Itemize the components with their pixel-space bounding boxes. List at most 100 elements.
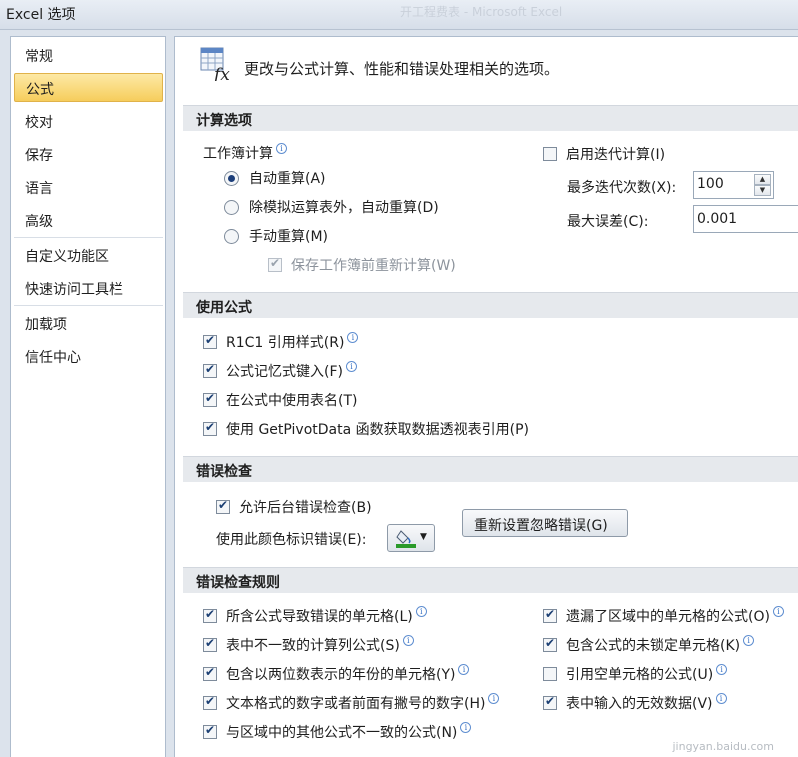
info-icon: i — [743, 634, 755, 646]
radio-manual-calc[interactable]: 手动重算(M) — [224, 225, 328, 247]
checkbox-formula-autocomplete[interactable]: 公式记忆式键入(F) i — [203, 360, 357, 382]
rule-label: 包含以两位数表示的年份的单元格(Y) — [226, 667, 456, 683]
checkbox[interactable] — [543, 147, 557, 161]
info-icon: i — [402, 634, 414, 646]
options-nav: 常规 公式 校对 保存 语言 高级 自定义功能区 快速访问工具栏 加载项 信任中… — [10, 36, 166, 757]
rule-right-2[interactable]: 包含公式的未锁定单元格(K) i — [543, 634, 755, 656]
nav-item-save[interactable]: 保存 — [14, 140, 163, 169]
checkbox-checked[interactable] — [203, 333, 217, 349]
rule-right-4[interactable]: 表中输入的无效数据(V) i — [543, 692, 727, 714]
enable-iterative-label: 启用迭代计算(I) — [566, 147, 666, 163]
info-icon: i — [347, 331, 359, 343]
checkbox-checked[interactable] — [203, 636, 217, 652]
nav-item-general[interactable]: 常规 — [14, 41, 163, 70]
rule-left-1[interactable]: 所含公式导致错误的单元格(L) i — [203, 605, 427, 627]
checkbox-checked[interactable] — [203, 723, 217, 739]
checkbox-recalc-before-save: 保存工作簿前重新计算(W) — [268, 254, 456, 276]
checkbox-checked[interactable] — [203, 420, 217, 436]
rule-label: 遗漏了区域中的单元格的公式(O) — [566, 609, 770, 625]
rule-right-1[interactable]: 遗漏了区域中的单元格的公式(O) i — [543, 605, 784, 627]
spin-down-icon[interactable]: ▼ — [754, 185, 771, 196]
checkbox-checked[interactable] — [203, 362, 217, 378]
rule-label: 包含公式的未锁定单元格(K) — [566, 638, 741, 654]
info-icon: i — [488, 692, 500, 704]
info-icon: i — [458, 663, 470, 675]
checkbox-checked[interactable] — [543, 607, 557, 623]
radio-auto-calc-label: 自动重算(A) — [249, 171, 326, 187]
background-error-checking-label: 允许后台错误检查(B) — [239, 500, 372, 516]
section-working-with-formulas: 使用公式 — [183, 292, 798, 318]
radio-auto-except-tables-label: 除模拟运算表外，自动重算(D) — [249, 200, 439, 216]
spinner-arrows[interactable]: ▲ ▼ — [754, 174, 771, 196]
error-color-label: 使用此颜色标识错误(E): — [216, 532, 367, 548]
rule-right-3[interactable]: 引用空单元格的公式(U) i — [543, 663, 728, 685]
title-bar: Excel 选项 开工程费表 - Microsoft Excel — [0, 0, 798, 30]
info-icon: i — [415, 605, 427, 617]
checkbox[interactable] — [543, 667, 557, 681]
checkbox-background-error-checking[interactable]: 允许后台错误检查(B) — [216, 496, 372, 518]
checkbox-enable-iterative[interactable]: 启用迭代计算(I) — [543, 143, 665, 165]
checkbox-checked[interactable] — [543, 636, 557, 652]
nav-item-add-ins[interactable]: 加载项 — [14, 309, 163, 338]
workbook-calculation-label: 工作簿计算 i — [203, 142, 287, 164]
checkbox-checked[interactable] — [203, 665, 217, 681]
getpivotdata-label: 使用 GetPivotData 函数获取数据透视表引用(P) — [226, 422, 530, 438]
workbook-calculation-text: 工作簿计算 — [203, 146, 273, 162]
formula-autocomplete-label: 公式记忆式键入(F) — [226, 364, 343, 380]
spin-up-icon[interactable]: ▲ — [754, 174, 771, 185]
formulas-options-panel: fx 更改与公式计算、性能和错误处理相关的选项。 计算选项 工作簿计算 i 自动… — [174, 36, 798, 757]
rule-left-5[interactable]: 与区域中的其他公式不一致的公式(N) i — [203, 721, 472, 743]
nav-item-proofing[interactable]: 校对 — [14, 107, 163, 136]
rule-left-2[interactable]: 表中不一致的计算列公式(S) i — [203, 634, 414, 656]
nav-item-trust-center[interactable]: 信任中心 — [14, 342, 163, 371]
checkbox-checked[interactable] — [216, 498, 230, 514]
error-color-picker[interactable]: ▼ — [387, 524, 435, 552]
nav-item-quick-access-toolbar[interactable]: 快速访问工具栏 — [14, 274, 163, 303]
max-change-label: 最大误差(C): — [567, 214, 649, 230]
max-iterations-spinner[interactable]: 100 ▲ ▼ — [693, 171, 774, 199]
info-icon: i — [772, 605, 784, 617]
background-window-title: 开工程费表 - Microsoft Excel — [400, 5, 563, 19]
rule-label: 表中不一致的计算列公式(S) — [226, 638, 400, 654]
recalc-before-save-label: 保存工作簿前重新计算(W) — [291, 258, 456, 274]
checkbox-r1c1[interactable]: R1C1 引用样式(R) i — [203, 331, 359, 353]
max-change-input[interactable]: 0.001 — [693, 205, 798, 233]
checkbox-checked[interactable] — [203, 607, 217, 623]
section-error-checking: 错误检查 — [183, 456, 798, 482]
rule-left-3[interactable]: 包含以两位数表示的年份的单元格(Y) i — [203, 663, 470, 685]
max-iterations-value[interactable]: 100 — [697, 176, 724, 192]
reset-ignored-errors-button[interactable]: 重新设置忽略错误(G) — [462, 509, 628, 537]
section-error-checking-rules: 错误检查规则 — [183, 567, 798, 593]
radio-button-selected[interactable] — [224, 170, 239, 186]
watermark-text: jingyan.baidu.com — [672, 740, 774, 753]
chevron-down-icon[interactable]: ▼ — [420, 532, 427, 542]
formula-fx-icon: fx — [200, 47, 234, 85]
checkbox-disabled — [268, 256, 282, 272]
checkbox-table-names[interactable]: 在公式中使用表名(T) — [203, 389, 357, 411]
checkbox-checked[interactable] — [203, 391, 217, 407]
radio-button[interactable] — [224, 199, 239, 215]
section-calculation-options: 计算选项 — [183, 105, 798, 131]
nav-item-customize-ribbon[interactable]: 自定义功能区 — [14, 241, 163, 270]
radio-auto-except-tables[interactable]: 除模拟运算表外，自动重算(D) — [224, 196, 439, 218]
checkbox-checked[interactable] — [543, 694, 557, 710]
radio-auto-calc[interactable]: 自动重算(A) — [224, 167, 326, 189]
nav-item-formulas[interactable]: 公式 — [14, 73, 163, 102]
nav-divider — [14, 237, 163, 238]
nav-divider — [14, 305, 163, 306]
nav-item-language[interactable]: 语言 — [14, 173, 163, 202]
checkbox-checked[interactable] — [203, 694, 217, 710]
info-icon: i — [460, 721, 472, 733]
checkbox-getpivotdata[interactable]: 使用 GetPivotData 函数获取数据透视表引用(P) — [203, 418, 529, 440]
nav-item-advanced[interactable]: 高级 — [14, 206, 163, 235]
fill-bucket-icon — [395, 529, 417, 553]
rule-label: 与区域中的其他公式不一致的公式(N) — [226, 725, 458, 741]
rule-label: 所含公式导致错误的单元格(L) — [226, 609, 413, 625]
info-icon: i — [716, 663, 728, 675]
r1c1-label: R1C1 引用样式(R) — [226, 335, 345, 351]
svg-text:fx: fx — [212, 65, 230, 81]
info-icon: i — [345, 360, 357, 372]
rule-left-4[interactable]: 文本格式的数字或者前面有撇号的数字(H) i — [203, 692, 500, 714]
rule-label: 表中输入的无效数据(V) — [566, 696, 713, 712]
radio-button[interactable] — [224, 228, 239, 244]
